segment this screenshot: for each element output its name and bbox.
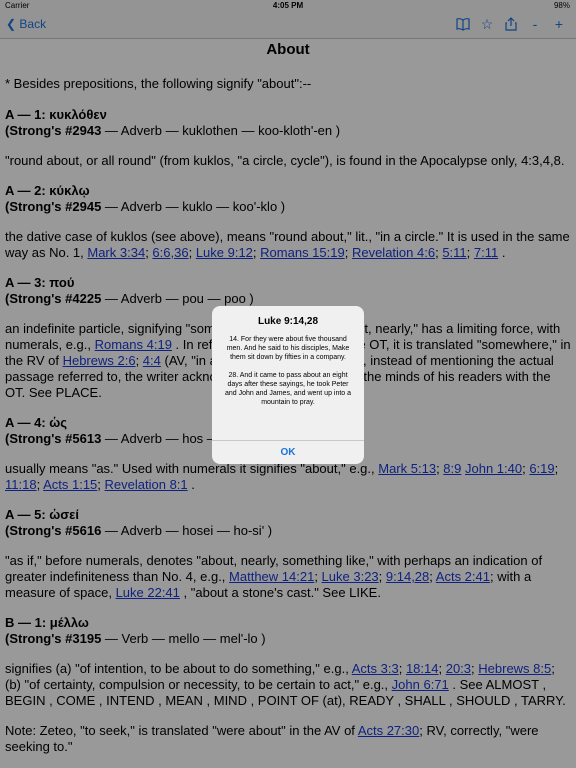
alert-verse-28: 28. And it came to pass about an eight d…: [224, 372, 352, 406]
alert-verse-14: 14. For they were about five thousand me…: [226, 336, 350, 361]
alert-title: Luke 9:14,28: [257, 316, 319, 327]
verse-alert-dialog: Luke 9:14,28 14. For they were about fiv…: [212, 306, 364, 464]
ok-button[interactable]: OK: [212, 441, 364, 464]
